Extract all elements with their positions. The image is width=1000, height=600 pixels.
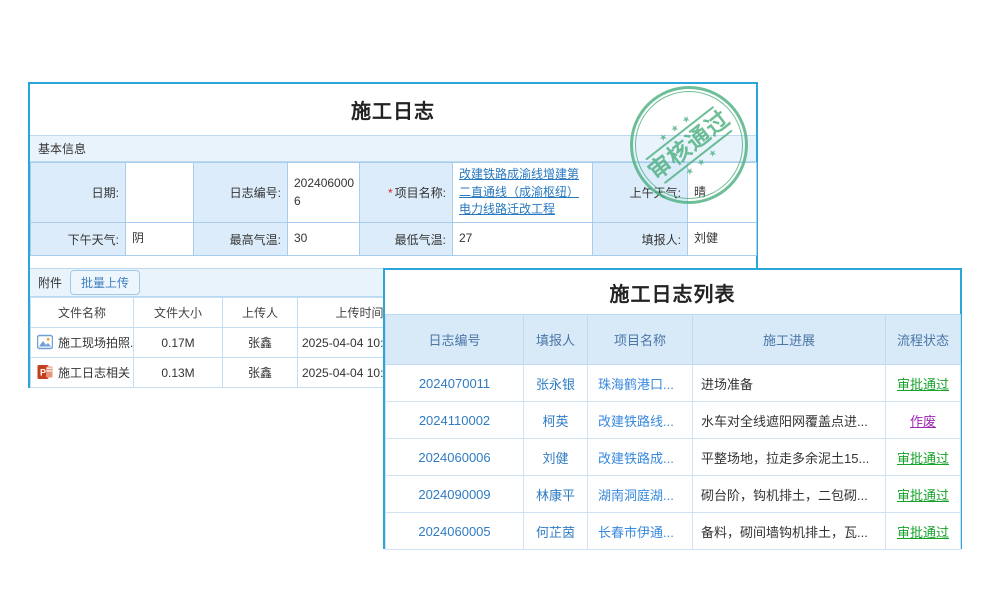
project-name-label: *项目名称: xyxy=(360,163,453,223)
status-link[interactable]: 审批通过 xyxy=(897,488,949,503)
attachments-label: 附件 xyxy=(38,274,62,291)
attachment-file-size: 0.13M xyxy=(134,358,223,388)
list-header-status: 流程状态 xyxy=(886,315,961,365)
am-weather-value: 晴 xyxy=(688,163,757,223)
basic-info-section-bar: 基本信息 xyxy=(30,135,756,162)
attachment-uploader: 张鑫 xyxy=(223,328,298,358)
min-temp-value: 27 xyxy=(453,223,593,256)
list-header-log-no: 日志编号 xyxy=(386,315,524,365)
attachment-uploader: 张鑫 xyxy=(223,358,298,388)
status-cell: 作废 xyxy=(886,402,961,439)
project-link[interactable]: 改建铁路线... xyxy=(588,402,693,439)
max-temp-value: 30 xyxy=(288,223,360,256)
log-no-label: 日志编号: xyxy=(194,163,288,223)
table-row: 2024090009 林康平 湖南洞庭湖... 砌台阶，钩机排土，二包砌... … xyxy=(386,476,961,513)
reporter-value: 刘健 xyxy=(688,223,757,256)
log-no-link[interactable]: 2024060005 xyxy=(386,513,524,550)
table-row: 2024060005 何芷茵 长春市伊通... 备料，砌间墙钩机排土，瓦... … xyxy=(386,513,961,550)
list-header-reporter: 填报人 xyxy=(524,315,588,365)
status-link[interactable]: 审批通过 xyxy=(897,525,949,540)
project-name-cell: 改建铁路成渝线增建第二直通线（成渝枢纽）电力线路迁改工程 xyxy=(453,163,593,223)
list-header-project: 项目名称 xyxy=(588,315,693,365)
min-temp-label: 最低气温: xyxy=(360,223,453,256)
page: 施工日志 基本信息 日期: 日志编号: 2024060006 *项目名称: 改建… xyxy=(0,0,1000,600)
ppt-file-icon: P xyxy=(37,364,53,380)
progress-text: 水车对全线遮阳网覆盖点进... xyxy=(693,402,886,439)
list-title-row: 施工日志列表 xyxy=(385,270,960,314)
log-no-link[interactable]: 2024070011 xyxy=(386,365,524,402)
status-cell: 审批通过 xyxy=(886,513,961,550)
reporter-link[interactable]: 柯英 xyxy=(524,402,588,439)
log-no-link[interactable]: 2024110002 xyxy=(386,402,524,439)
log-no-value: 2024060006 xyxy=(288,163,360,223)
list-header-progress: 施工进展 xyxy=(693,315,886,365)
reporter-link[interactable]: 张永银 xyxy=(524,365,588,402)
basic-info-section-label: 基本信息 xyxy=(38,140,86,157)
table-row: 2024110002 柯英 改建铁路线... 水车对全线遮阳网覆盖点进... 作… xyxy=(386,402,961,439)
status-cell: 审批通过 xyxy=(886,476,961,513)
pm-weather-label: 下午天气: xyxy=(31,223,126,256)
progress-text: 砌台阶，钩机排土，二包砌... xyxy=(693,476,886,513)
attachment-file-name[interactable]: 施工日志相关 xyxy=(58,366,130,380)
required-asterisk: * xyxy=(388,186,393,200)
attach-header-filename: 文件名称 xyxy=(31,298,134,328)
construction-log-list-panel: 施工日志列表 日志编号 填报人 项目名称 施工进展 流程状态 202407001… xyxy=(383,268,962,549)
log-no-link[interactable]: 2024090009 xyxy=(386,476,524,513)
table-row: 2024060006 刘健 改建铁路成... 平整场地，拉走多余泥土15... … xyxy=(386,439,961,476)
form-title: 施工日志 xyxy=(351,95,435,124)
form-spacer xyxy=(30,256,756,268)
log-list-table: 日志编号 填报人 项目名称 施工进展 流程状态 2024070011 张永银 珠… xyxy=(385,314,961,550)
attachment-file-size: 0.17M xyxy=(134,328,223,358)
progress-text: 进场准备 xyxy=(693,365,886,402)
log-no-link[interactable]: 2024060006 xyxy=(386,439,524,476)
pm-weather-value: 阴 xyxy=(126,223,194,256)
svg-text:P: P xyxy=(40,368,46,378)
project-link[interactable]: 湖南洞庭湖... xyxy=(588,476,693,513)
project-link[interactable]: 长春市伊通... xyxy=(588,513,693,550)
status-cell: 审批通过 xyxy=(886,439,961,476)
attachment-file-cell: P 施工日志相关 xyxy=(31,358,134,388)
max-temp-label: 最高气温: xyxy=(194,223,288,256)
project-name-link[interactable]: 改建铁路成渝线增建第二直通线（成渝枢纽）电力线路迁改工程 xyxy=(459,167,579,216)
date-value xyxy=(126,163,194,223)
reporter-label: 填报人: xyxy=(593,223,688,256)
project-link[interactable]: 珠海鹤港口... xyxy=(588,365,693,402)
batch-upload-button[interactable]: 批量上传 xyxy=(70,270,140,295)
progress-text: 备料，砌间墙钩机排土，瓦... xyxy=(693,513,886,550)
project-link[interactable]: 改建铁路成... xyxy=(588,439,693,476)
status-link[interactable]: 作废 xyxy=(910,414,936,429)
table-row: 2024070011 张永银 珠海鹤港口... 进场准备 审批通过 xyxy=(386,365,961,402)
reporter-link[interactable]: 何芷茵 xyxy=(524,513,588,550)
reporter-link[interactable]: 林康平 xyxy=(524,476,588,513)
reporter-link[interactable]: 刘健 xyxy=(524,439,588,476)
date-label: 日期: xyxy=(31,163,126,223)
basic-info-table: 日期: 日志编号: 2024060006 *项目名称: 改建铁路成渝线增建第二直… xyxy=(30,162,757,256)
status-cell: 审批通过 xyxy=(886,365,961,402)
status-link[interactable]: 审批通过 xyxy=(897,377,949,392)
attach-header-filesize: 文件大小 xyxy=(134,298,223,328)
attach-header-uploader: 上传人 xyxy=(223,298,298,328)
status-link[interactable]: 审批通过 xyxy=(897,451,949,466)
attachment-file-cell: 施工现场拍照.j xyxy=(31,328,134,358)
attachment-file-name[interactable]: 施工现场拍照.j xyxy=(58,336,134,350)
list-title: 施工日志列表 xyxy=(610,278,736,307)
form-title-row: 施工日志 xyxy=(30,84,756,135)
progress-text: 平整场地，拉走多余泥土15... xyxy=(693,439,886,476)
am-weather-label: 上午天气: xyxy=(593,163,688,223)
image-file-icon xyxy=(37,334,53,350)
